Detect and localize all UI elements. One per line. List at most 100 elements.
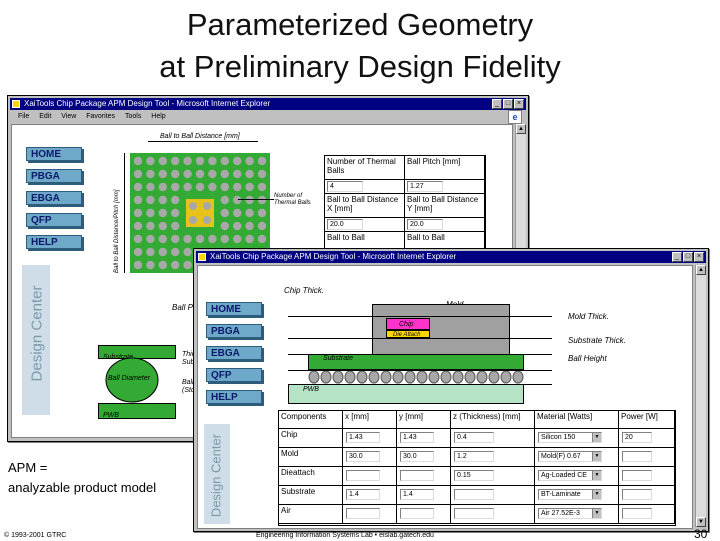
pwb-label: PWB bbox=[103, 412, 119, 419]
menu-edit[interactable]: Edit bbox=[39, 113, 51, 120]
distance-x-input[interactable]: 20.0 bbox=[327, 219, 363, 230]
nav-home[interactable]: HOME bbox=[206, 302, 262, 316]
input-x[interactable]: 30.0 bbox=[346, 451, 380, 462]
solder-ball bbox=[133, 234, 143, 244]
table-cell bbox=[397, 467, 451, 486]
solder-ball bbox=[146, 234, 155, 244]
minimize-button[interactable]: _ bbox=[672, 252, 682, 262]
material-select[interactable]: Ag-Loaded CE ▼ bbox=[538, 470, 602, 481]
material-select[interactable]: Air 27.52E-3 ▼ bbox=[538, 508, 602, 519]
input-x[interactable] bbox=[346, 470, 380, 481]
nav-pbga[interactable]: PBGA bbox=[206, 324, 262, 338]
solder-ball bbox=[183, 156, 192, 166]
window-titlebar[interactable]: XaiTools Chip Package APM Design Tool - … bbox=[196, 251, 706, 263]
close-button[interactable]: × bbox=[514, 99, 524, 109]
header-components: Components bbox=[279, 411, 343, 429]
input-z[interactable]: 0.15 bbox=[454, 470, 494, 481]
component-name: Chip bbox=[279, 429, 343, 448]
thermal-ball bbox=[203, 216, 211, 224]
nav-help[interactable]: HELP bbox=[206, 390, 262, 404]
ball-pitch-input[interactable]: 1.27 bbox=[407, 181, 443, 192]
solder-ball bbox=[208, 169, 217, 179]
nav-ebga[interactable]: EBGA bbox=[26, 191, 82, 205]
thermal-balls-label: Number of Thermal Balls bbox=[274, 193, 311, 206]
solder-ball bbox=[257, 182, 267, 192]
input-power[interactable] bbox=[622, 451, 652, 462]
window-titlebar[interactable]: XaiTools Chip Package APM Design Tool - … bbox=[10, 98, 526, 110]
header-x: x [mm] bbox=[343, 411, 397, 429]
chip-thick-label: Chip Thick. bbox=[284, 286, 325, 295]
menu-file[interactable]: File bbox=[18, 113, 29, 120]
menu-help[interactable]: Help bbox=[151, 113, 165, 120]
input-x[interactable]: 1.43 bbox=[346, 432, 380, 443]
input-x[interactable] bbox=[346, 508, 380, 519]
menu-tools[interactable]: Tools bbox=[125, 113, 141, 120]
field-value: 0.15 bbox=[457, 472, 471, 479]
nav-pbga[interactable]: PBGA bbox=[26, 169, 82, 183]
material-select[interactable]: Mold(F) 0.67 ▼ bbox=[538, 451, 602, 462]
solder-ball bbox=[233, 156, 242, 166]
scroll-down-arrow-icon[interactable]: ▼ bbox=[696, 517, 706, 527]
scroll-up-arrow-icon[interactable]: ▲ bbox=[696, 265, 706, 275]
input-power[interactable]: 20 bbox=[622, 432, 652, 443]
thermal-ball bbox=[203, 202, 211, 210]
dropdown-arrow-icon[interactable]: ▼ bbox=[592, 471, 601, 480]
input-y[interactable]: 1.43 bbox=[400, 432, 434, 443]
solder-ball bbox=[146, 169, 155, 179]
nav-home[interactable]: HOME bbox=[26, 147, 82, 161]
menu-favorites[interactable]: Favorites bbox=[86, 113, 115, 120]
nav-help[interactable]: HELP bbox=[26, 235, 82, 249]
solder-ball bbox=[171, 208, 180, 218]
maximize-button[interactable]: □ bbox=[683, 252, 693, 262]
solder-ball bbox=[183, 169, 192, 179]
input-z[interactable] bbox=[454, 508, 494, 519]
input-power[interactable] bbox=[622, 489, 652, 500]
ie-logo-icon: e bbox=[508, 110, 522, 124]
input-power[interactable] bbox=[622, 470, 652, 481]
dropdown-arrow-icon[interactable]: ▼ bbox=[592, 452, 601, 461]
solder-ball bbox=[133, 169, 143, 179]
solder-ball bbox=[452, 370, 464, 384]
solder-ball bbox=[195, 234, 205, 244]
table-cell: Air 27.52E-3 ▼ bbox=[535, 505, 619, 524]
dropdown-arrow-icon[interactable]: ▼ bbox=[592, 433, 601, 442]
table-cell: 1.2 bbox=[451, 448, 535, 467]
distance-y-input[interactable]: 20.0 bbox=[407, 219, 443, 230]
dropdown-arrow-icon[interactable]: ▼ bbox=[592, 509, 601, 518]
watermark-word-center: Center bbox=[208, 433, 224, 473]
solder-ball bbox=[133, 260, 143, 270]
nav-qfp[interactable]: QFP bbox=[206, 368, 262, 382]
header-distance-y: Ball to Ball Distance Y [mm] bbox=[405, 194, 485, 218]
nav-ebga[interactable]: EBGA bbox=[206, 346, 262, 360]
scroll-up-arrow-icon[interactable]: ▲ bbox=[516, 124, 526, 134]
maximize-button[interactable]: □ bbox=[503, 99, 513, 109]
input-x[interactable]: 1.4 bbox=[346, 489, 380, 500]
nav-qfp[interactable]: QFP bbox=[26, 213, 82, 227]
menu-view[interactable]: View bbox=[61, 113, 76, 120]
minimize-button[interactable]: _ bbox=[492, 99, 502, 109]
solder-ball bbox=[171, 169, 180, 179]
solder-ball bbox=[183, 260, 192, 270]
material-select[interactable]: BT-Laminate ▼ bbox=[538, 489, 602, 500]
solder-ball bbox=[220, 169, 229, 179]
table-cell: 1.4 bbox=[343, 486, 397, 505]
input-y[interactable] bbox=[400, 508, 434, 519]
table-cell: 1.43 bbox=[343, 429, 397, 448]
solder-ball bbox=[245, 221, 254, 231]
material-select[interactable]: Silicon 150 ▼ bbox=[538, 432, 602, 443]
solder-ball bbox=[428, 370, 440, 384]
input-y[interactable] bbox=[400, 470, 434, 481]
input-y[interactable]: 30.0 bbox=[400, 451, 434, 462]
table-cell: 0.4 bbox=[451, 429, 535, 448]
input-z[interactable]: 0.4 bbox=[454, 432, 494, 443]
close-button[interactable]: × bbox=[694, 252, 704, 262]
input-power[interactable] bbox=[622, 508, 652, 519]
copyright: © 1993-2001 GTRC bbox=[4, 532, 67, 539]
input-z[interactable]: 1.2 bbox=[454, 451, 494, 462]
input-y[interactable]: 1.4 bbox=[400, 489, 434, 500]
vertical-scrollbar[interactable]: ▲ ▼ bbox=[695, 265, 706, 527]
apm-caption: APM = analyzable product model bbox=[0, 456, 192, 500]
thermal-balls-input[interactable]: 4 bbox=[327, 181, 363, 192]
input-z[interactable] bbox=[454, 489, 494, 500]
dropdown-arrow-icon[interactable]: ▼ bbox=[592, 490, 601, 499]
